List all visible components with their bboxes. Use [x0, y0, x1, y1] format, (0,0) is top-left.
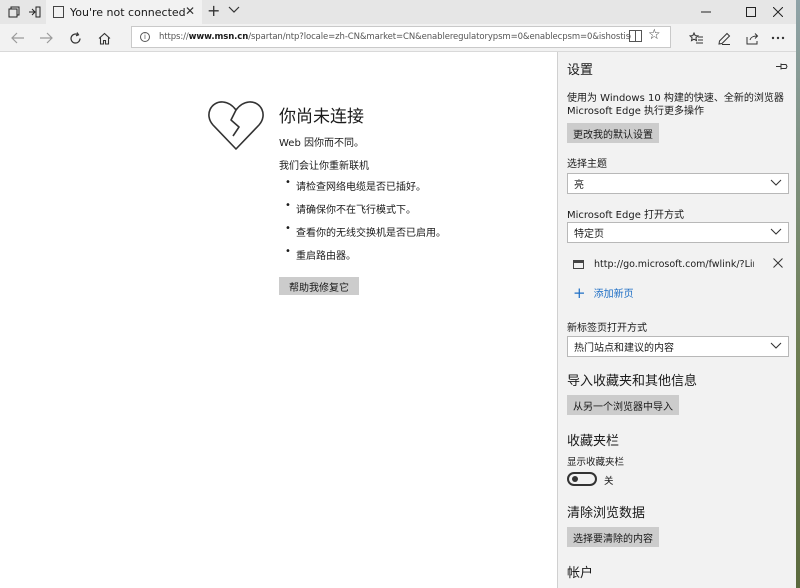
url-host: www.msn.cn: [188, 32, 249, 42]
settings-title: 设置: [567, 63, 594, 78]
tab-title: You're not connected: [70, 5, 186, 19]
chevron-down-icon: [770, 226, 782, 239]
url-input[interactable]: i https://www.msn.cn/spartan/ntp?locale=…: [131, 26, 671, 48]
pin-icon[interactable]: [776, 61, 788, 74]
theme-value: 亮: [574, 180, 584, 191]
list-item: 重启路由器。: [285, 246, 446, 270]
url-path: /spartan/ntp?locale=zh-CN&market=CN&enab…: [248, 32, 631, 42]
tab-current[interactable]: You're not connected ✕: [46, 0, 202, 24]
new-tab-button[interactable]: +: [207, 1, 220, 20]
theme-label: 选择主题: [567, 159, 607, 170]
forward-button[interactable]: [37, 29, 55, 47]
open-with-select[interactable]: 特定页: [567, 222, 789, 243]
list-item: 查看你的无线交换机是否已启用。: [285, 223, 446, 247]
favorites-bar-label: 显示收藏夹栏: [567, 457, 625, 468]
add-new-page-label: 添加新页: [593, 289, 634, 300]
startup-page-url: http://go.microsoft.com/fwlink/?LinkId=: [594, 258, 754, 270]
open-with-label: Microsoft Edge 打开方式: [567, 210, 685, 221]
chevron-down-icon: [770, 340, 782, 353]
desktop-background: [796, 0, 800, 588]
share-icon[interactable]: [743, 29, 761, 47]
close-icon[interactable]: [773, 257, 783, 272]
clear-data-heading: 清除浏览数据: [567, 506, 646, 521]
url-text: https://www.msn.cn/spartan/ntp?locale=zh…: [159, 32, 631, 42]
address-bar: i https://www.msn.cn/spartan/ntp?locale=…: [0, 24, 796, 52]
list-item: 请确保你不在飞行模式下。: [285, 200, 446, 224]
fix-it-button[interactable]: 帮助我修复它: [279, 277, 359, 295]
favorites-bar-toggle-state: 关: [604, 476, 614, 487]
import-heading: 导入收藏夹和其他信息: [567, 374, 698, 389]
page-icon: [53, 6, 64, 18]
startup-page-item: http://go.microsoft.com/fwlink/?LinkId=: [567, 253, 789, 275]
favorites-bar-heading: 收藏夹栏: [567, 434, 620, 449]
refresh-button[interactable]: [66, 29, 84, 47]
pen-icon[interactable]: [715, 29, 733, 47]
settings-pane: 设置 使用为 Windows 10 构建的快速、全新的浏览器 Microsoft…: [557, 52, 796, 588]
reading-view-icon[interactable]: [629, 30, 642, 42]
minimize-button[interactable]: [688, 0, 724, 24]
url-prefix: https://: [159, 32, 189, 42]
theme-select[interactable]: 亮: [567, 173, 789, 194]
close-window-button[interactable]: [760, 0, 796, 24]
tab-preview-icon[interactable]: [6, 4, 22, 20]
new-tab-value: 热门站点和建议的内容: [574, 343, 674, 354]
plus-icon: +: [573, 283, 586, 302]
favorites-bar-toggle[interactable]: [567, 472, 597, 486]
back-button[interactable]: [9, 29, 27, 47]
close-icon[interactable]: ✕: [185, 4, 195, 18]
chevron-down-icon[interactable]: [228, 4, 240, 17]
troubleshoot-list: 请检查网络电缆是否已插好。 请确保你不在飞行模式下。 查看你的无线交换机是否已启…: [285, 177, 446, 270]
error-message: 我们会让你重新联机: [279, 161, 369, 172]
error-title: 你尚未连接: [279, 107, 364, 127]
import-button[interactable]: 从另一个浏览器中导入: [567, 395, 679, 415]
error-subtitle: Web 因你而不同。: [279, 138, 364, 149]
page-content: 你尚未连接 Web 因你而不同。 我们会让你重新联机 请检查网络电缆是否已插好。…: [0, 52, 557, 588]
clear-data-button[interactable]: 选择要清除的内容: [567, 527, 659, 547]
title-bar: You're not connected ✕ +: [0, 0, 796, 24]
page-icon: [573, 259, 584, 269]
more-icon[interactable]: [769, 29, 787, 47]
account-heading: 帐户: [567, 566, 594, 581]
add-new-page-link[interactable]: + 添加新页: [573, 285, 634, 300]
set-aside-tabs-icon[interactable]: [26, 4, 42, 20]
change-default-button[interactable]: 更改我的默认设置: [567, 123, 659, 143]
broken-heart-icon: [207, 100, 265, 155]
list-item: 请检查网络电缆是否已插好。: [285, 177, 446, 201]
favorites-hub-icon[interactable]: [687, 29, 705, 47]
open-with-value: 特定页: [574, 229, 604, 240]
settings-description: 使用为 Windows 10 构建的快速、全新的浏览器 Microsoft Ed…: [567, 93, 784, 117]
chevron-down-icon: [770, 177, 782, 190]
home-button[interactable]: [95, 29, 113, 47]
browser-window: You're not connected ✕ + i https://www.m…: [0, 0, 796, 588]
new-tab-select[interactable]: 热门站点和建议的内容: [567, 336, 789, 357]
star-icon[interactable]: ☆: [648, 27, 661, 43]
info-icon[interactable]: i: [140, 32, 150, 42]
new-tab-label: 新标签页打开方式: [567, 323, 647, 334]
